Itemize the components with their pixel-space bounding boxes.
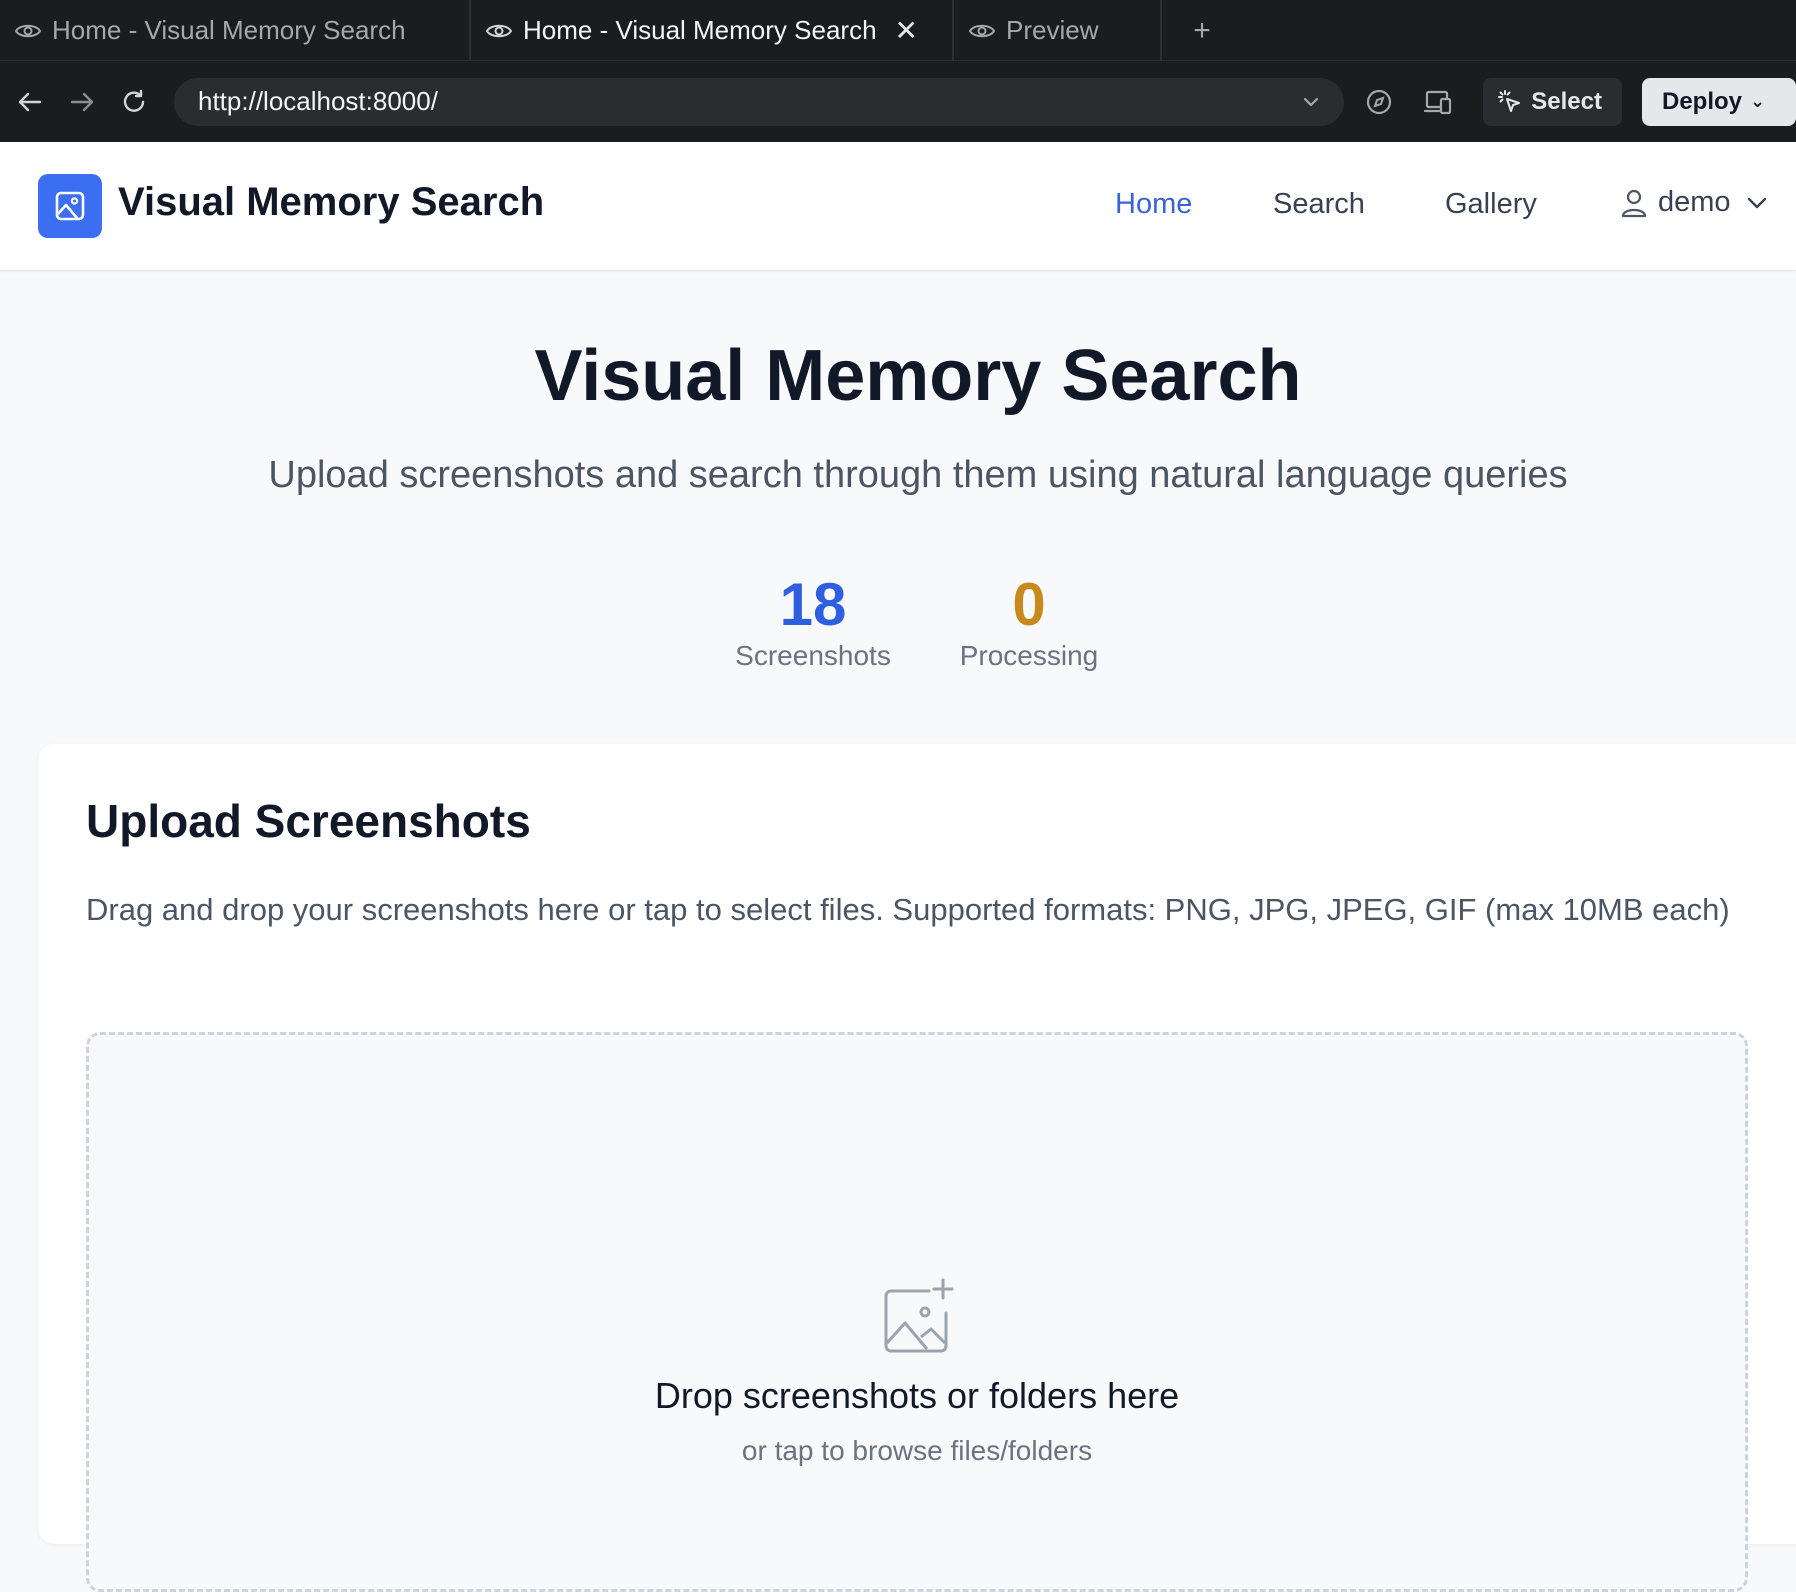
stat-value: 18: [779, 571, 847, 638]
browser-tab-bar: Home - Visual Memory Search Home - Visua…: [0, 0, 1796, 61]
username: demo: [1658, 186, 1731, 218]
eye-icon: [485, 24, 513, 37]
browser-tab[interactable]: Preview: [954, 0, 1162, 61]
reload-icon: [123, 89, 145, 112]
close-tab-icon[interactable]: ✕: [895, 14, 918, 47]
page-title: Visual Memory Search: [534, 336, 1302, 416]
reload-button[interactable]: [108, 76, 160, 128]
browser-toolbar: http://localhost:8000/ Select Deploy ⌄: [0, 61, 1796, 142]
compass-button[interactable]: [1354, 76, 1404, 128]
url-text: http://localhost:8000/: [198, 86, 438, 116]
nav-home[interactable]: Home: [1115, 188, 1192, 221]
arrow-right-icon: [70, 92, 94, 111]
image-icon: [55, 191, 85, 221]
app-header: Visual Memory Search Home Search Gallery…: [0, 142, 1796, 271]
browser-tab[interactable]: Home - Visual Memory Search: [0, 0, 471, 61]
eye-icon: [14, 24, 42, 37]
drop-zone[interactable]: Drop screenshots or folders here or tap …: [86, 1032, 1748, 1592]
user-icon: [1621, 189, 1647, 217]
tab-title: Home - Visual Memory Search: [52, 15, 406, 45]
select-button[interactable]: Select: [1483, 77, 1622, 126]
brand-name[interactable]: Visual Memory Search: [118, 180, 544, 225]
stat-processing: 0 Processing: [919, 570, 1139, 672]
chevron-down-icon: [1747, 197, 1766, 208]
nav-gallery[interactable]: Gallery: [1445, 188, 1537, 221]
chevron-down-icon: ⌄: [1750, 91, 1766, 111]
new-tab-button[interactable]: +: [1162, 0, 1242, 61]
stat-value: 0: [1012, 571, 1046, 638]
back-button[interactable]: [4, 76, 56, 128]
drop-subtitle[interactable]: or tap to browse files/folders: [89, 1435, 1745, 1467]
stat-label: Processing: [959, 640, 1099, 671]
page-subtitle: Upload screenshots and search through th…: [268, 454, 1568, 496]
select-label: Select: [1531, 87, 1602, 115]
forward-button[interactable]: [56, 76, 108, 128]
browser-tab-active[interactable]: Home - Visual Memory Search ✕: [471, 0, 954, 61]
address-bar[interactable]: http://localhost:8000/: [174, 77, 1344, 126]
tab-title: Home - Visual Memory Search: [523, 15, 877, 45]
eye-icon: [968, 24, 996, 37]
stat-label: Screenshots: [735, 640, 891, 671]
nav-search[interactable]: Search: [1273, 188, 1365, 221]
devices-icon: [1424, 90, 1452, 114]
devices-button[interactable]: [1414, 76, 1464, 128]
upload-card: Upload Screenshots Drag and drop your sc…: [38, 744, 1796, 1592]
app-logo[interactable]: [38, 174, 102, 238]
deploy-button[interactable]: Deploy ⌄: [1641, 77, 1796, 126]
deploy-label: Deploy: [1661, 87, 1742, 115]
tab-title: Preview: [1006, 15, 1099, 45]
compass-icon: [1366, 89, 1391, 114]
drop-title: Drop screenshots or folders here: [654, 1375, 1180, 1416]
upload-description: Drag and drop your screenshots here or t…: [86, 892, 1730, 927]
arrow-left-icon: [18, 92, 42, 111]
stat-screenshots: 18 Screenshots: [703, 570, 923, 672]
upload-title: Upload Screenshots: [86, 795, 531, 847]
drop-icon-wrap: [89, 1277, 1745, 1357]
image-plus-icon: [884, 1278, 954, 1353]
cursor-click-icon: [1498, 89, 1521, 112]
chevron-down-icon[interactable]: [1300, 91, 1322, 113]
user-menu[interactable]: demo: [1620, 186, 1769, 219]
